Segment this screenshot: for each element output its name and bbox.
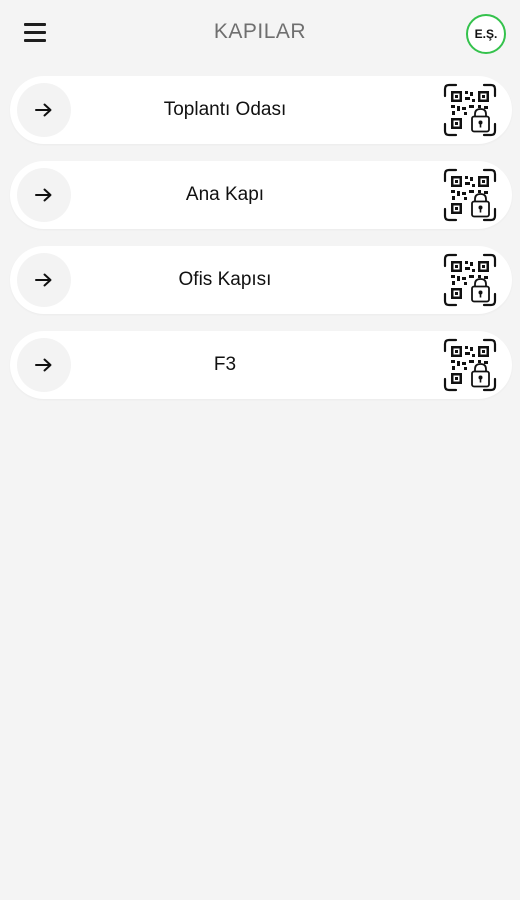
arrow-right-icon[interactable] xyxy=(17,253,71,307)
door-card-toplanti-odasi[interactable]: Toplantı Odası xyxy=(10,76,512,144)
arrow-right-icon[interactable] xyxy=(17,338,71,392)
arrow-right-icon[interactable] xyxy=(17,83,71,137)
door-name: F3 xyxy=(213,354,237,375)
qr-lock-icon[interactable] xyxy=(442,82,498,138)
qr-lock-icon[interactable] xyxy=(442,337,498,393)
door-card-ofis-kapisi[interactable]: Ofis Kapısı xyxy=(10,246,512,314)
page-title: KAPILAR xyxy=(213,20,307,43)
door-name: Ofis Kapısı xyxy=(178,269,272,290)
hamburger-menu-icon[interactable] xyxy=(22,20,48,46)
qr-lock-icon[interactable] xyxy=(442,252,498,308)
qr-lock-icon[interactable] xyxy=(442,167,498,223)
door-name: Toplantı Odası xyxy=(163,99,287,120)
user-avatar[interactable]: E.Ş. xyxy=(466,14,506,54)
app-header: KAPILAR E.Ş. xyxy=(0,0,520,66)
door-name: Ana Kapı xyxy=(185,184,265,205)
arrow-right-icon[interactable] xyxy=(17,168,71,222)
door-list: Toplantı Odası Ana Kapı Ofis Kapısı F3 xyxy=(10,76,512,416)
door-card-ana-kapi[interactable]: Ana Kapı xyxy=(10,161,512,229)
door-card-f3[interactable]: F3 xyxy=(10,331,512,399)
